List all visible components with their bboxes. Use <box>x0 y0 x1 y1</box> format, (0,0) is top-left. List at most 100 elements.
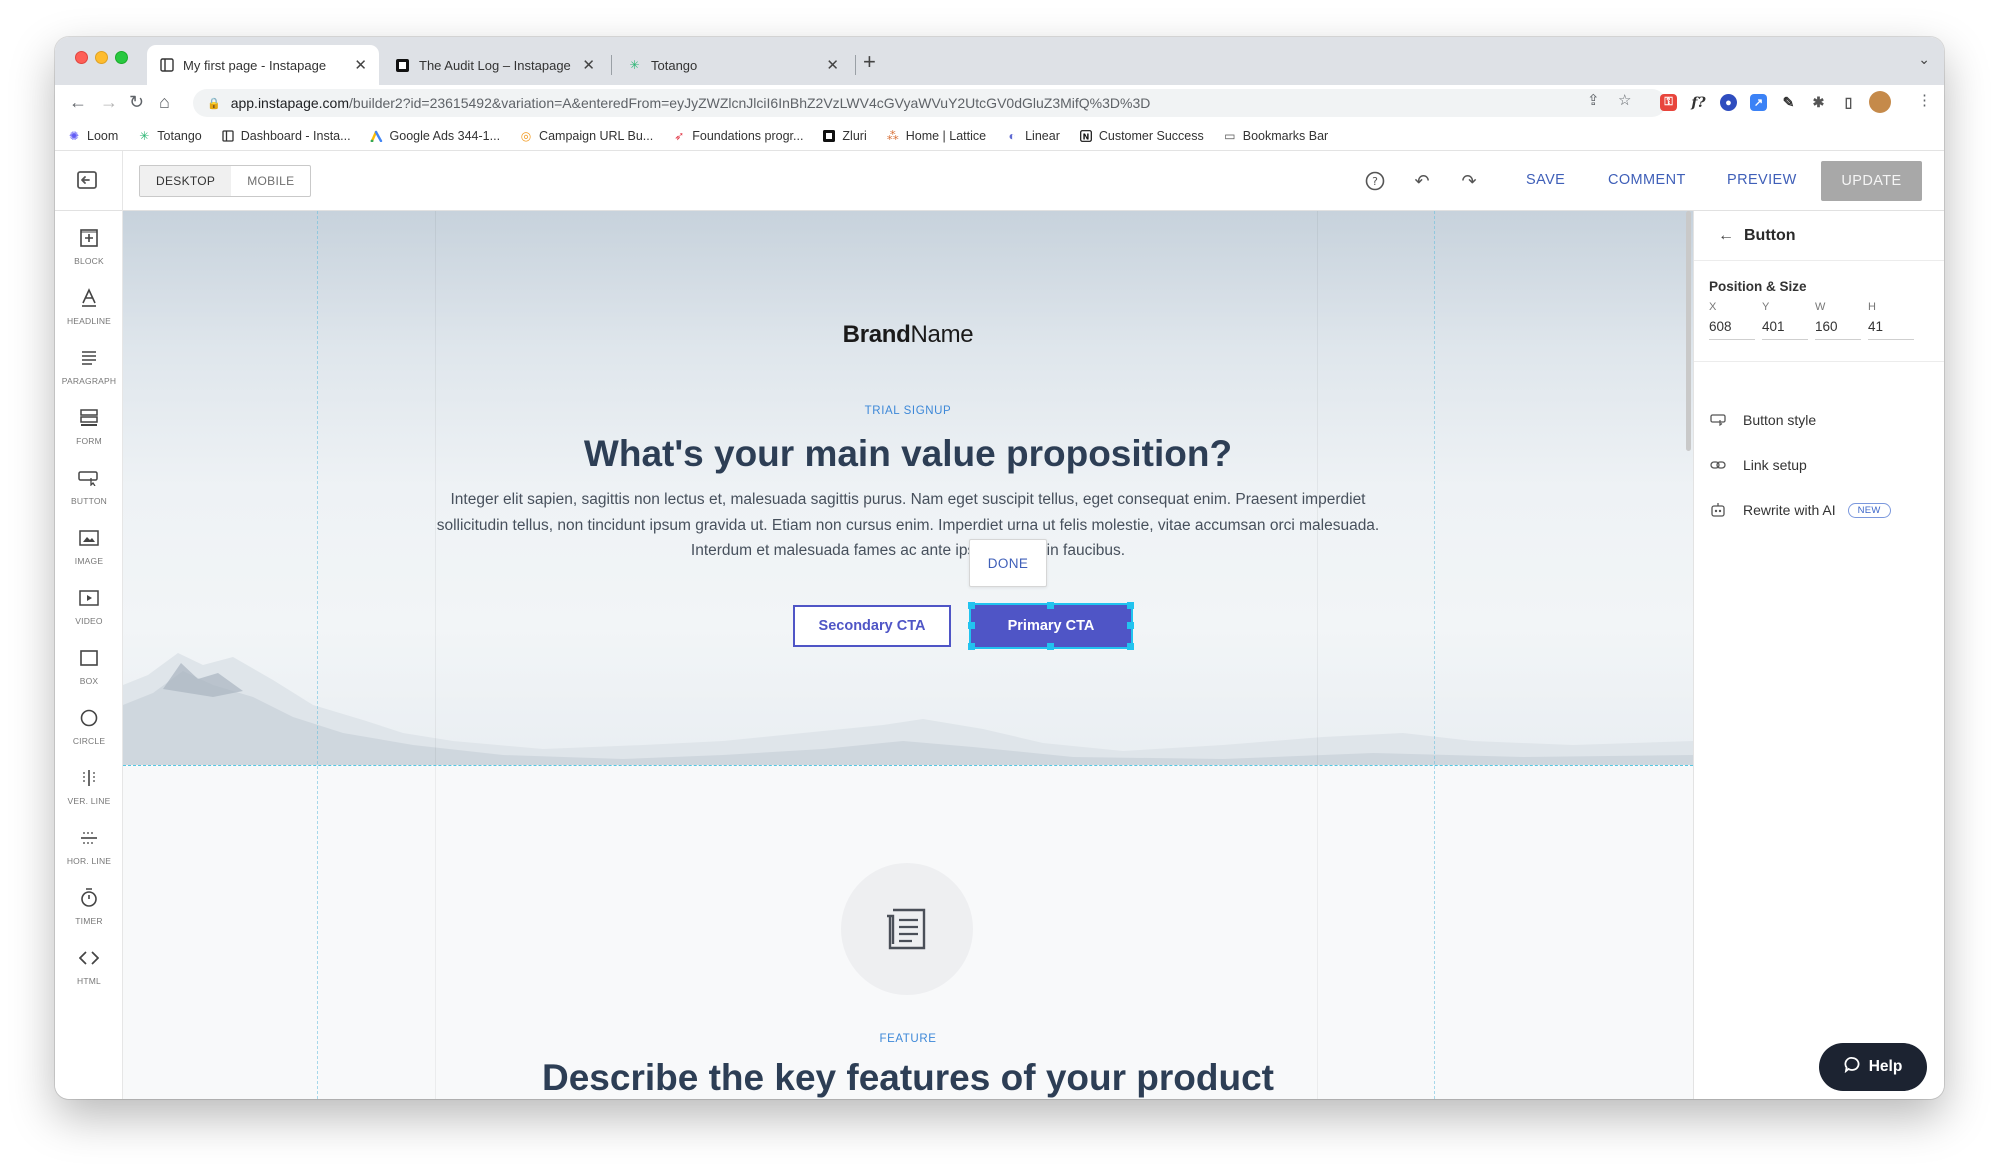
bookmark-star-icon[interactable]: ☆ <box>1618 91 1631 109</box>
tool-label: IMAGE <box>74 556 104 566</box>
resize-handle[interactable] <box>1127 622 1134 629</box>
help-circle-icon[interactable]: ? <box>1363 169 1387 193</box>
tool-button[interactable]: BUTTON <box>55 465 123 525</box>
resize-handle[interactable] <box>1127 643 1134 650</box>
profile-avatar[interactable] <box>1869 91 1891 113</box>
close-window-button[interactable] <box>75 51 88 64</box>
field-value[interactable]: 41 <box>1868 319 1914 340</box>
field-value[interactable]: 401 <box>1762 319 1808 340</box>
bookmark-item[interactable]: ✺ Loom <box>67 129 118 143</box>
bookmark-item[interactable]: ✳ Totango <box>137 129 202 143</box>
done-editing-button[interactable]: DONE <box>969 539 1047 587</box>
browser-window: My first page - Instapage ✕ The Audit Lo… <box>55 37 1944 1099</box>
tool-timer[interactable]: TIMER <box>55 885 123 945</box>
resize-handle[interactable] <box>968 602 975 609</box>
rewrite-with-ai-option[interactable]: Rewrite with AI NEW <box>1709 499 1891 521</box>
close-tab-icon[interactable]: ✕ <box>354 56 367 74</box>
feature-icon-circle[interactable] <box>841 863 973 995</box>
extension-arrow-icon[interactable]: ↗ <box>1750 94 1767 111</box>
tool-circle[interactable]: CIRCLE <box>55 705 123 765</box>
tab-strip: My first page - Instapage ✕ The Audit Lo… <box>55 37 1944 85</box>
minimize-window-button[interactable] <box>95 51 108 64</box>
browser-tab-audit-log[interactable]: The Audit Log – Instapage Help ✕ <box>383 45 607 85</box>
hero-eyebrow-text[interactable]: TRIAL SIGNUP <box>123 405 1693 417</box>
bookmark-item[interactable]: ◐ Linear <box>1005 128 1059 143</box>
page-canvas[interactable]: BrandName TRIAL SIGNUP What's your main … <box>123 211 1693 1099</box>
hero-paragraph[interactable]: Integer elit sapien, sagittis non lectus… <box>433 487 1383 564</box>
hero-headline[interactable]: What's your main value proposition? <box>123 433 1693 475</box>
tool-block[interactable]: BLOCK <box>55 225 123 285</box>
tool-box[interactable]: BOX <box>55 645 123 705</box>
svg-text:?: ? <box>1372 175 1378 188</box>
bookmark-item[interactable]: N Customer Success <box>1079 129 1204 143</box>
bookmark-item[interactable]: Zluri <box>822 129 867 143</box>
extension-lastpass-icon[interactable]: ⚿ <box>1660 94 1677 111</box>
forward-arrow-icon[interactable]: → <box>100 92 118 113</box>
extensions-puzzle-icon[interactable]: ✱ <box>1810 94 1827 111</box>
tool-form[interactable]: FORM <box>55 405 123 465</box>
comment-button[interactable]: COMMENT <box>1608 172 1686 188</box>
back-arrow-icon[interactable]: ← <box>69 92 87 113</box>
undo-icon[interactable]: ↶ <box>1410 169 1434 193</box>
close-tab-icon[interactable]: ✕ <box>826 56 839 74</box>
feature-headline[interactable]: Describe the key features of your produc… <box>123 1057 1693 1099</box>
field-value[interactable]: 608 <box>1709 319 1755 340</box>
bookmark-item[interactable]: ▭ Bookmarks Bar <box>1223 129 1328 143</box>
update-button[interactable]: UPDATE <box>1821 161 1922 201</box>
side-panel-icon[interactable]: ▯ <box>1840 94 1857 111</box>
tool-html[interactable]: HTML <box>55 945 123 1005</box>
redo-icon[interactable]: ↷ <box>1457 169 1481 193</box>
secondary-cta-button[interactable]: Secondary CTA <box>793 605 951 647</box>
tool-headline[interactable]: HEADLINE <box>55 285 123 345</box>
maximize-window-button[interactable] <box>115 51 128 64</box>
field-label: Y <box>1762 301 1770 313</box>
bookmark-item[interactable]: ◎ Campaign URL Bu... <box>519 129 653 143</box>
width-field[interactable]: W 160 <box>1815 301 1861 340</box>
preview-button[interactable]: PREVIEW <box>1727 172 1797 188</box>
tab-search-chevron-icon[interactable]: ⌄ <box>1918 51 1930 68</box>
tool-paragraph[interactable]: PARAGRAPH <box>55 345 123 405</box>
address-bar[interactable]: 🔒 app.instapage.com/builder2?id=23615492… <box>193 89 1666 117</box>
bookmark-item[interactable]: Dashboard - Insta... <box>221 129 351 143</box>
resize-handle[interactable] <box>1127 602 1134 609</box>
help-chat-button[interactable]: Help <box>1819 1043 1927 1091</box>
brand-logo-text[interactable]: BrandName <box>123 321 1693 349</box>
new-tab-icon[interactable]: + <box>863 49 876 75</box>
link-setup-option[interactable]: Link setup <box>1709 454 1807 476</box>
extension-pen-icon[interactable]: ✎ <box>1780 94 1797 111</box>
browser-tab-instapage[interactable]: My first page - Instapage ✕ <box>147 45 379 85</box>
save-button[interactable]: SAVE <box>1526 172 1565 188</box>
linear-icon: ◐ <box>1008 128 1016 143</box>
share-icon[interactable]: ⇪ <box>1587 91 1600 109</box>
home-icon[interactable]: ⌂ <box>159 92 170 113</box>
close-tab-icon[interactable]: ✕ <box>582 56 595 74</box>
position-x-field[interactable]: X 608 <box>1709 301 1755 340</box>
tool-video[interactable]: VIDEO <box>55 585 123 645</box>
bookmark-item[interactable]: Google Ads 344-1... <box>370 129 500 143</box>
height-field[interactable]: H 41 <box>1868 301 1914 340</box>
mobile-view-button[interactable]: MOBILE <box>231 166 310 196</box>
tool-horizontal-line[interactable]: HOR. LINE <box>55 825 123 885</box>
bookmark-item[interactable]: ⁂ Home | Lattice <box>886 129 986 143</box>
resize-handle[interactable] <box>968 622 975 629</box>
resize-handle[interactable] <box>968 643 975 650</box>
field-value[interactable]: 160 <box>1815 319 1861 340</box>
extension-formula-icon[interactable]: f? <box>1690 94 1707 111</box>
button-style-option[interactable]: Button style <box>1709 409 1816 431</box>
position-size-title: Position & Size <box>1709 279 1807 294</box>
extension-circle-icon[interactable]: ● <box>1720 94 1737 111</box>
tool-image[interactable]: IMAGE <box>55 525 123 585</box>
browser-menu-icon[interactable]: ⋮ <box>1917 91 1932 109</box>
desktop-view-button[interactable]: DESKTOP <box>140 166 232 196</box>
exit-editor-button[interactable] <box>72 167 102 193</box>
bookmark-item[interactable]: ➶ Foundations progr... <box>672 129 803 143</box>
arrow-back-icon[interactable]: ← <box>1718 227 1734 245</box>
tool-vertical-line[interactable]: VER. LINE <box>55 765 123 825</box>
resize-handle[interactable] <box>1047 643 1054 650</box>
position-y-field[interactable]: Y 401 <box>1762 301 1808 340</box>
reload-icon[interactable]: ↻ <box>129 92 144 113</box>
resize-handle[interactable] <box>1047 602 1054 609</box>
browser-tab-totango[interactable]: ✳ Totango ✕ <box>615 45 851 85</box>
feature-eyebrow-text[interactable]: FEATURE <box>123 1033 1693 1045</box>
primary-cta-button[interactable]: Primary CTA <box>969 603 1133 649</box>
